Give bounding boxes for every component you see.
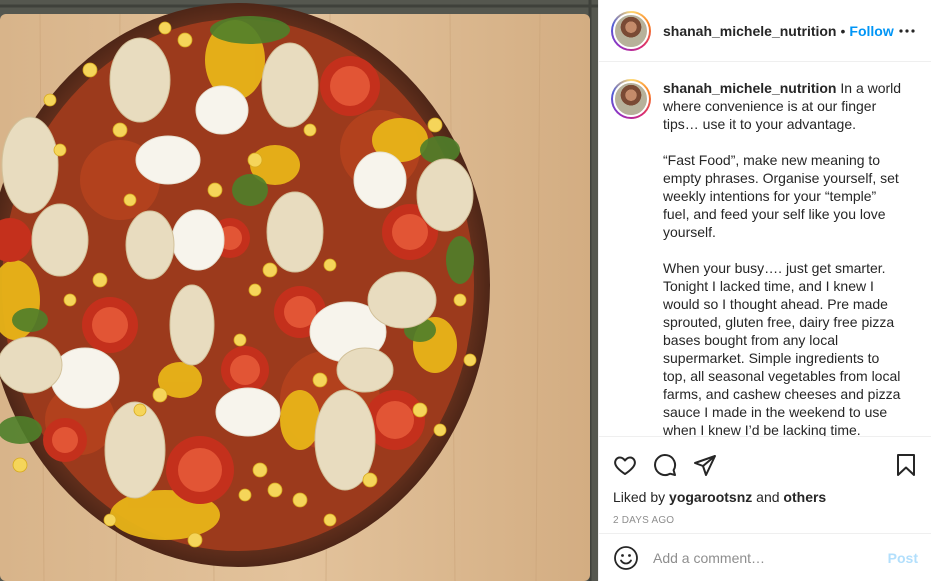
avatar-image — [613, 12, 649, 49]
post-timestamp[interactable]: 2 DAYS AGO — [613, 515, 918, 526]
post-image[interactable] — [0, 0, 598, 581]
author-avatar[interactable] — [611, 10, 651, 51]
post-comment-button[interactable]: Post — [888, 550, 918, 566]
likes-prefix: Liked by — [613, 489, 670, 505]
caption-paragraph-3: When your busy…. just get smarter. Tonig… — [663, 260, 901, 436]
comment-input[interactable]: Add a comment… — [653, 550, 888, 566]
likes-summary: Liked by yogarootsnz and others — [613, 489, 918, 505]
like-button[interactable] — [613, 453, 637, 477]
post-actions: Liked by yogarootsnz and others 2 DAYS A… — [599, 436, 931, 526]
action-icons-row — [613, 445, 918, 485]
post-dialog: shanah_michele_nutrition • Follow shanah… — [0, 0, 931, 581]
bookmark-icon — [897, 454, 915, 476]
share-button[interactable] — [693, 453, 717, 477]
share-icon — [694, 455, 716, 476]
post-header: shanah_michele_nutrition • Follow — [599, 0, 931, 62]
comment-bar: Add a comment… Post — [599, 533, 931, 581]
comment-button[interactable] — [653, 453, 677, 477]
caption-row: shanah_michele_nutrition In a world wher… — [611, 79, 918, 436]
post-side-panel: shanah_michele_nutrition • Follow shanah… — [598, 0, 931, 581]
emoji-icon — [614, 545, 638, 570]
avatar-image — [613, 81, 649, 117]
caption-paragraph: shanah_michele_nutrition In a world wher… — [663, 79, 905, 133]
likes-joiner: and — [752, 489, 784, 505]
caption-text: shanah_michele_nutrition In a world wher… — [663, 79, 905, 436]
more-options-button[interactable] — [895, 19, 919, 43]
separator-dot: • — [840, 22, 846, 39]
liked-by-user[interactable]: yogarootsnz — [669, 489, 752, 505]
more-icon — [899, 28, 915, 33]
author-username[interactable]: shanah_michele_nutrition — [663, 23, 836, 39]
pizza-photo — [0, 0, 598, 581]
follow-button[interactable]: Follow — [849, 23, 893, 39]
emoji-button[interactable] — [613, 545, 639, 571]
caption-avatar[interactable] — [611, 79, 651, 119]
comment-icon — [654, 454, 677, 477]
caption-paragraph-2: “Fast Food”, make new meaning to empty p… — [663, 152, 899, 240]
heart-icon — [614, 456, 636, 475]
caption-scroll-area[interactable]: shanah_michele_nutrition In a world wher… — [599, 63, 931, 436]
caption-username[interactable]: shanah_michele_nutrition — [663, 80, 836, 96]
liked-by-others[interactable]: others — [783, 489, 826, 505]
save-button[interactable] — [894, 453, 918, 477]
